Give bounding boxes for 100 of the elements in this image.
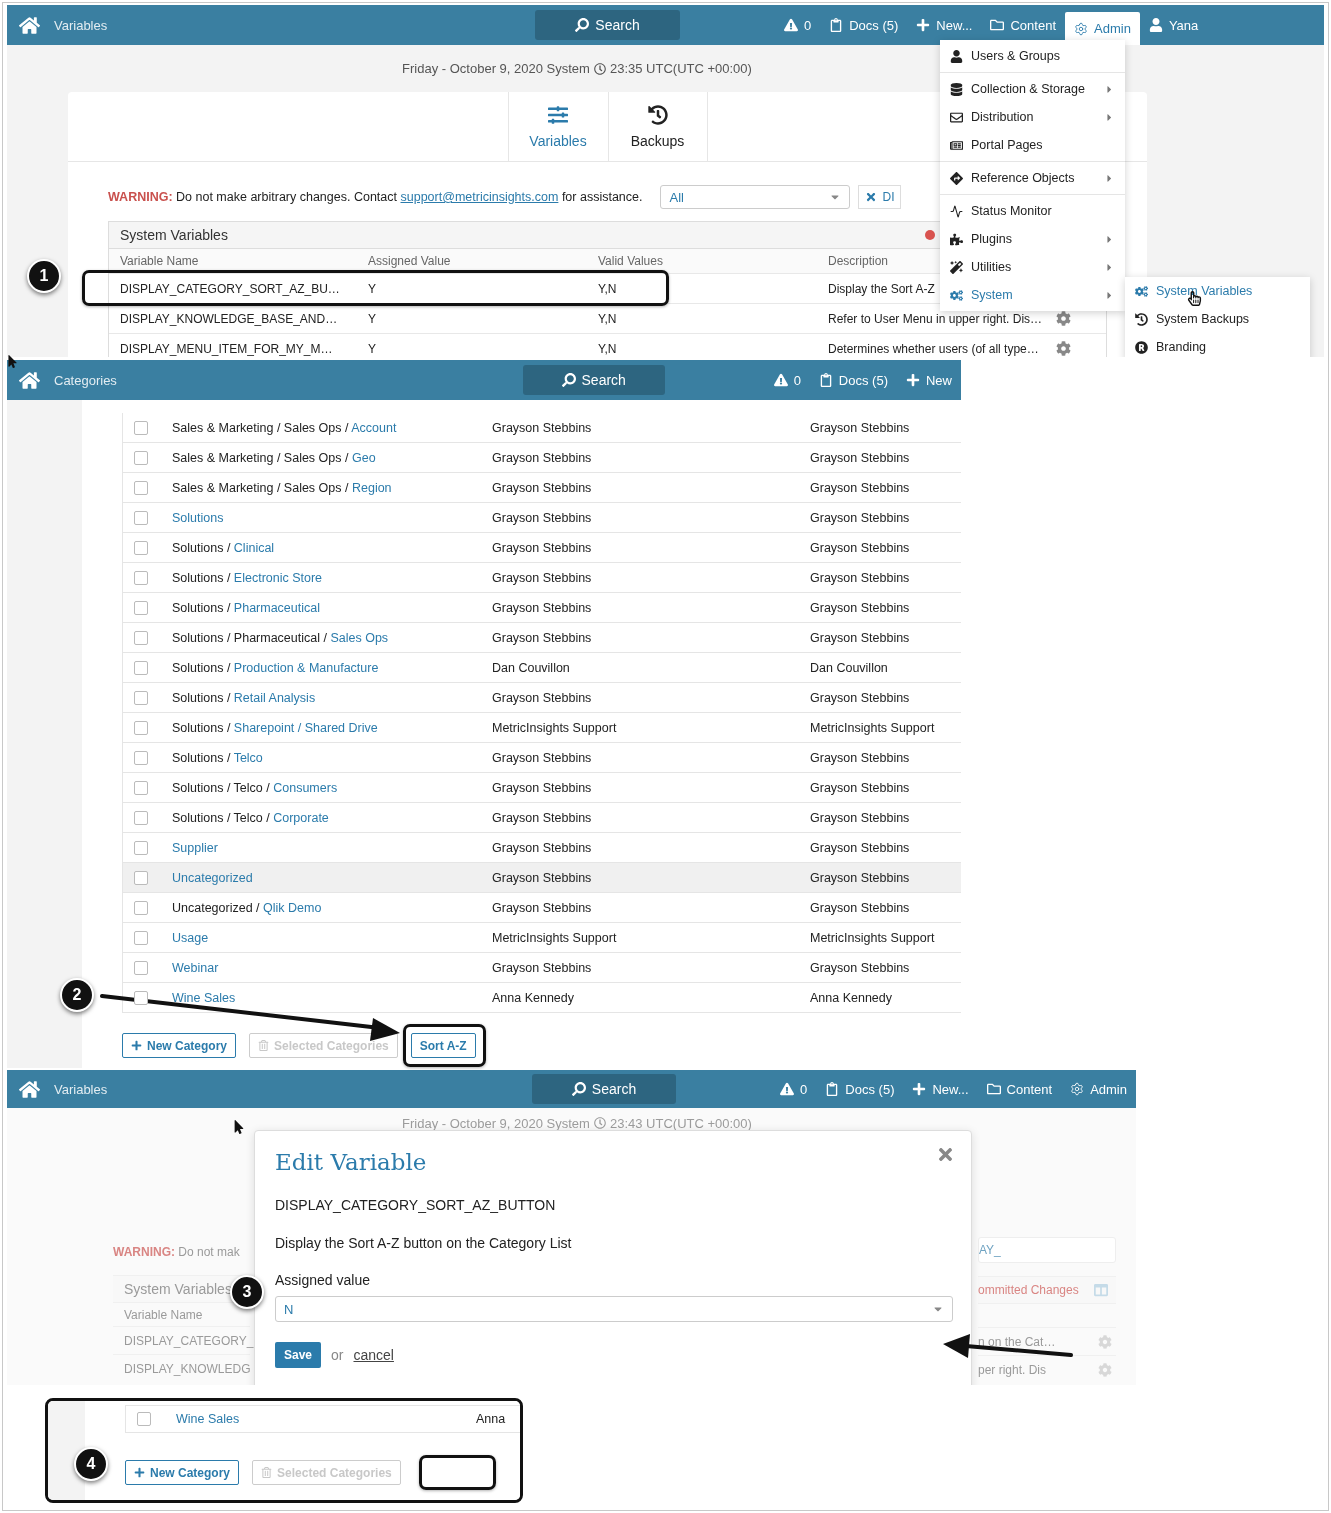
checkbox[interactable] — [134, 600, 148, 615]
category-row[interactable]: Solutions / Clinical Grayson Stebbins Grayson Stebbins — [122, 533, 961, 563]
content-button[interactable]: Content — [981, 17, 1066, 33]
content-button[interactable]: Content — [977, 1081, 1062, 1097]
checkbox[interactable] — [134, 960, 148, 975]
action-button[interactable]: Sort A-Z — [410, 1033, 476, 1058]
menu-item[interactable]: Branding — [1125, 333, 1310, 357]
home-icon[interactable] — [19, 1078, 40, 1100]
category-link[interactable]: Wine Sales — [176, 1412, 240, 1426]
category-link[interactable]: Usage — [172, 930, 209, 945]
checkbox[interactable] — [134, 930, 148, 945]
checkbox[interactable] — [137, 1412, 151, 1426]
category-row[interactable]: Solutions / Telco / Corporate Grayson Stebbins Grayson Stebbins — [122, 803, 961, 833]
category-row[interactable]: Solutions / Telco / Consumers Grayson Stebbins Grayson Stebbins — [122, 773, 961, 803]
category-link[interactable]: Clinical — [233, 540, 275, 555]
checkbox[interactable] — [134, 570, 148, 585]
category-row[interactable]: Solutions / Pharmaceutical Grayson Stebbins Grayson Stebbins — [122, 593, 961, 623]
search-field[interactable]: AY_ — [978, 1237, 1116, 1263]
category-row[interactable]: Solutions / Telco Grayson Stebbins Grayson Stebbins — [122, 743, 961, 773]
checkbox[interactable] — [134, 450, 148, 465]
checkbox[interactable] — [134, 540, 148, 555]
category-link[interactable]: Electronic Store — [233, 570, 323, 585]
category-link[interactable]: Telco — [233, 750, 263, 765]
category-link[interactable]: Geo — [351, 450, 376, 465]
category-row[interactable]: Supplier Grayson Stebbins Grayson Stebbins — [122, 833, 961, 863]
checkbox[interactable] — [134, 720, 148, 735]
menu-item[interactable]: Users & Groups — [940, 42, 1125, 70]
tab[interactable]: Backups — [607, 92, 708, 161]
category-row[interactable]: Wine Sales Anna — [125, 1405, 520, 1433]
admin-button[interactable]: Admin — [1061, 1081, 1136, 1097]
menu-item[interactable]: Collection & Storage — [940, 75, 1125, 103]
checkbox[interactable] — [134, 690, 148, 705]
category-link[interactable]: Account — [351, 420, 397, 435]
category-row[interactable]: Solutions / Electronic Store Grayson Stebbins Grayson Stebbins — [122, 563, 961, 593]
menu-item[interactable]: System Backups — [1125, 305, 1310, 333]
user-button[interactable]: Yana — [1139, 17, 1208, 33]
settings-icon[interactable] — [1056, 341, 1071, 356]
category-row[interactable]: Usage MetricInsights Support MetricInsights Support — [122, 923, 961, 953]
category-row[interactable]: Sales & Marketing / Sales Ops / Geo Grayson Stebbins Grayson Stebbins — [122, 443, 961, 473]
category-row[interactable]: Solutions / Retail Analysis Grayson Stebbins Grayson Stebbins — [122, 683, 961, 713]
alerts-button[interactable]: 0 — [771, 1081, 817, 1097]
close-button[interactable] — [936, 1145, 955, 1164]
category-link[interactable]: Sharepoint / Shared Drive — [233, 720, 378, 735]
menu-item[interactable]: Distribution — [940, 103, 1125, 131]
category-link[interactable]: Consumers — [273, 780, 338, 795]
category-link[interactable]: Uncategorized — [172, 870, 253, 885]
category-link[interactable]: Supplier — [172, 840, 218, 855]
menu-item[interactable]: Portal Pages — [940, 131, 1125, 159]
docs-button[interactable]: Docs (5) — [816, 1081, 904, 1097]
checkbox[interactable] — [134, 870, 148, 885]
checkbox[interactable] — [134, 900, 148, 915]
new-button[interactable]: New — [897, 372, 961, 388]
action-button[interactable]: New Category — [125, 1460, 240, 1485]
category-row[interactable]: Webinar Grayson Stebbins Grayson Stebbins — [122, 953, 961, 983]
category-row[interactable]: Solutions / Production & Manufacture Dan Couvillon Dan Couvillon — [122, 653, 961, 683]
category-row[interactable]: Wine Sales Anna Kennedy Anna Kennedy — [122, 983, 961, 1013]
checkbox[interactable] — [134, 480, 148, 495]
home-icon[interactable] — [19, 14, 40, 36]
search-button[interactable]: Search — [531, 1074, 677, 1104]
category-link[interactable]: Corporate — [273, 810, 329, 825]
category-row[interactable]: Solutions / Sharepoint / Shared Drive MetricInsights Support MetricInsights Support — [122, 713, 961, 743]
category-link[interactable]: Sales Ops — [330, 630, 389, 645]
alerts-button[interactable]: 0 — [775, 17, 821, 33]
category-row[interactable]: Uncategorized Grayson Stebbins Grayson Stebbins — [122, 863, 961, 893]
assigned-value-select[interactable]: N — [275, 1296, 953, 1322]
checkbox[interactable] — [134, 660, 148, 675]
checkbox[interactable] — [134, 510, 148, 525]
category-row[interactable]: Solutions / Pharmaceutical / Sales Ops Grayson Stebbins Grayson Stebbins — [122, 623, 961, 653]
search-button[interactable]: Search — [522, 365, 665, 395]
checkbox[interactable] — [134, 780, 148, 795]
menu-item[interactable]: Status Monitor — [940, 197, 1125, 225]
columns-icon[interactable] — [1094, 1283, 1108, 1297]
support-link[interactable]: support@metricinsights.com — [400, 190, 559, 204]
category-row[interactable]: Uncategorized / Qlik Demo Grayson Stebbins Grayson Stebbins — [122, 893, 961, 923]
docs-button[interactable]: Docs (5) — [820, 17, 908, 33]
category-link[interactable]: Wine Sales — [172, 990, 236, 1005]
settings-icon[interactable] — [1056, 311, 1071, 326]
category-link[interactable]: Webinar — [172, 960, 219, 975]
category-link[interactable]: Solutions — [172, 510, 224, 525]
menu-item[interactable]: Reference Objects — [940, 164, 1125, 192]
search-button[interactable]: Search — [535, 10, 680, 40]
clear-button[interactable]: DI — [858, 185, 902, 209]
category-link[interactable]: Qlik Demo — [263, 900, 322, 915]
category-link[interactable]: Production & Manufacture — [233, 660, 379, 675]
category-row[interactable]: Sales & Marketing / Sales Ops / Region Grayson Stebbins Grayson Stebbins — [122, 473, 961, 503]
menu-item[interactable]: Utilities — [940, 253, 1125, 281]
category-link[interactable]: Pharmaceutical — [233, 600, 320, 615]
filter-select[interactable]: All — [660, 185, 851, 209]
category-row[interactable]: Sales & Marketing / Sales Ops / Account Grayson Stebbins Grayson Stebbins — [122, 413, 961, 443]
checkbox[interactable] — [134, 840, 148, 855]
category-row[interactable]: Solutions Grayson Stebbins Grayson Stebbins — [122, 503, 961, 533]
checkbox[interactable] — [134, 420, 148, 435]
save-button[interactable]: Save — [275, 1342, 322, 1368]
new-button[interactable]: New... — [907, 17, 982, 33]
alerts-button[interactable]: 0 — [764, 372, 810, 388]
cancel-link[interactable]: cancel — [353, 1347, 394, 1363]
menu-item[interactable]: System Variables — [1125, 277, 1310, 305]
menu-item[interactable]: Plugins — [940, 225, 1125, 253]
tab[interactable]: Variables — [507, 92, 608, 161]
checkbox[interactable] — [134, 630, 148, 645]
